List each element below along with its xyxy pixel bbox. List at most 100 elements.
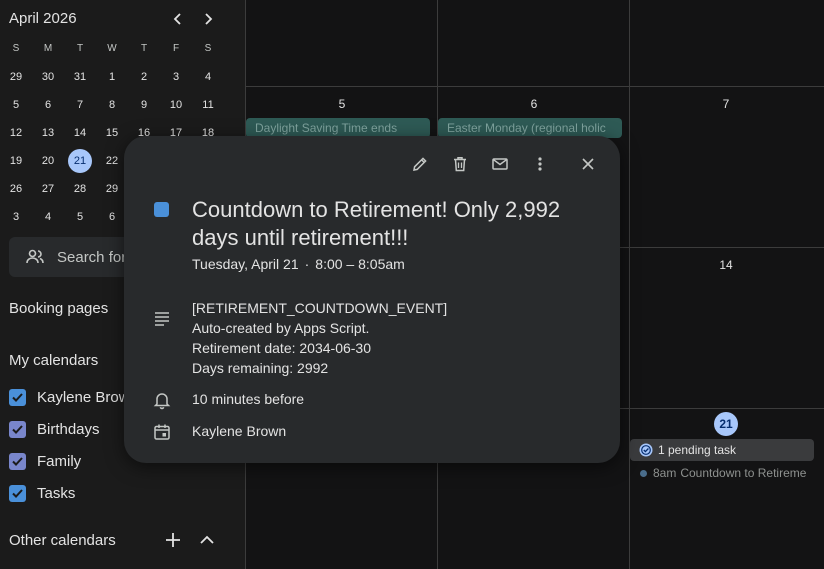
chevron-up-icon[interactable] [197, 530, 217, 550]
mini-day[interactable]: 19 [4, 149, 28, 173]
description-line: Auto-created by Apps Script. [192, 320, 370, 336]
calendar-item-birthdays[interactable]: Birthdays [9, 417, 100, 441]
mini-day[interactable]: 22 [100, 149, 124, 173]
mini-day[interactable]: 11 [196, 93, 220, 117]
my-calendars-heading[interactable]: My calendars [9, 352, 98, 369]
event-description: [RETIREMENT_COUNTDOWN_EVENT] Auto-create… [192, 298, 447, 378]
event-date: Tuesday, April 21 [192, 256, 299, 272]
mini-calendar-week: 29 30 31 1 2 3 4 [0, 65, 224, 93]
event-time: 8am [653, 466, 677, 480]
mini-day[interactable]: 26 [4, 177, 28, 201]
mini-day[interactable]: 5 [68, 205, 92, 229]
mini-day[interactable]: 27 [36, 177, 60, 201]
event-dot [640, 469, 647, 477]
mini-day[interactable]: 28 [68, 177, 92, 201]
event-color-swatch [154, 202, 169, 217]
day-number[interactable]: 7 [716, 97, 736, 111]
mini-calendar-week: 5 6 7 8 9 10 11 [0, 93, 224, 121]
weekday-label: M [43, 43, 53, 54]
email-guests-button[interactable] [488, 152, 512, 176]
mini-day[interactable]: 9 [132, 93, 156, 117]
mini-day[interactable]: 29 [100, 177, 124, 201]
pending-task-label: 1 pending task [658, 443, 737, 457]
pencil-icon [413, 157, 427, 171]
day-number[interactable]: 5 [332, 97, 352, 111]
today-day-number[interactable]: 21 [714, 412, 738, 436]
holiday-event-chip[interactable]: Easter Monday (regional holic [438, 118, 622, 138]
mini-day[interactable]: 4 [36, 205, 60, 229]
checkbox-checked-icon[interactable] [9, 452, 26, 470]
mini-day[interactable]: 20 [36, 149, 60, 173]
event-chip[interactable]: 8am Countdown to Retireme [640, 466, 806, 480]
checkbox-checked-icon[interactable] [9, 420, 26, 438]
people-icon [25, 247, 45, 267]
description-icon [152, 308, 172, 328]
mini-day[interactable]: 7 [68, 93, 92, 117]
event-calendar-owner: Kaylene Brown [192, 423, 287, 439]
calendar-item-label: Kaylene Brown [37, 388, 138, 406]
mini-day[interactable]: 31 [68, 65, 92, 89]
more-options-button[interactable] [528, 152, 552, 176]
event-time-range: 8:00 – 8:05am [315, 256, 405, 272]
weekday-label: S [12, 43, 20, 54]
chevron-right-icon[interactable] [197, 8, 219, 30]
event-datetime: Tuesday, April 21 · 8:00 – 8:05am [192, 256, 405, 272]
mini-day[interactable]: 6 [100, 205, 124, 229]
chevron-left-icon[interactable] [167, 8, 189, 30]
mini-day-today[interactable]: 21 [68, 149, 92, 173]
day-number[interactable]: 6 [524, 97, 544, 111]
close-button[interactable] [576, 152, 600, 176]
bell-icon [152, 390, 172, 410]
mini-day[interactable]: 3 [164, 65, 188, 89]
trash-icon [454, 157, 466, 172]
mini-calendar-weekdays: S M T W T F S [0, 37, 224, 65]
weekday-label: W [107, 43, 117, 54]
event-details-popup: Countdown to Retirement! Only 2,992 days… [124, 136, 620, 463]
calendar-item-family[interactable]: Family [9, 449, 81, 473]
mini-day[interactable]: 5 [4, 93, 28, 117]
add-icon[interactable] [163, 530, 183, 550]
mini-day[interactable]: 8 [100, 93, 124, 117]
delete-button[interactable] [448, 152, 472, 176]
checkbox-checked-icon[interactable] [9, 388, 26, 406]
close-icon [582, 158, 594, 170]
booking-pages-link[interactable]: Booking pages [9, 300, 108, 317]
edit-button[interactable] [408, 152, 432, 176]
mail-icon [492, 158, 508, 170]
mini-day[interactable]: 6 [36, 93, 60, 117]
mini-day[interactable]: 12 [4, 121, 28, 145]
mini-day[interactable]: 13 [36, 121, 60, 145]
calendar-item-label: Birthdays [37, 420, 100, 438]
description-line: [RETIREMENT_COUNTDOWN_EVENT] [192, 300, 448, 316]
pending-task-chip[interactable]: 1 pending task [630, 439, 814, 461]
other-calendars-heading[interactable]: Other calendars [9, 532, 116, 549]
mini-day[interactable]: 4 [196, 65, 220, 89]
weekday-label: T [76, 43, 84, 54]
day-number[interactable]: 14 [716, 258, 736, 272]
mini-day[interactable]: 29 [4, 65, 28, 89]
calendar-item-label: Family [37, 452, 82, 470]
holiday-event-chip[interactable]: Daylight Saving Time ends [246, 118, 430, 138]
weekday-label: T [140, 43, 148, 54]
mini-day[interactable]: 10 [164, 93, 188, 117]
search-people-label: Search for [57, 248, 127, 266]
description-line: Retirement date: 2034-06-30 [192, 340, 371, 356]
description-line: Days remaining: 2992 [192, 360, 329, 376]
event-title: Countdown to Retireme [680, 466, 807, 480]
mini-day[interactable]: 1 [100, 65, 124, 89]
event-reminder: 10 minutes before [192, 391, 305, 407]
calendar-item-kaylene-brown[interactable]: Kaylene Brown [9, 385, 138, 409]
task-check-icon [639, 443, 653, 457]
mini-day[interactable]: 14 [68, 121, 92, 145]
mini-day[interactable]: 3 [4, 205, 28, 229]
mini-day[interactable]: 15 [100, 121, 124, 145]
event-title: Countdown to Retirement! Only 2,992 days… [192, 197, 561, 250]
mini-day[interactable]: 30 [36, 65, 60, 89]
more-vert-icon [538, 157, 542, 171]
weekday-label: S [204, 43, 212, 54]
checkbox-checked-icon[interactable] [9, 484, 26, 502]
datetime-separator: · [304, 256, 310, 272]
calendar-item-label: Tasks [37, 484, 76, 502]
calendar-item-tasks[interactable]: Tasks [9, 481, 75, 505]
mini-day[interactable]: 2 [132, 65, 156, 89]
